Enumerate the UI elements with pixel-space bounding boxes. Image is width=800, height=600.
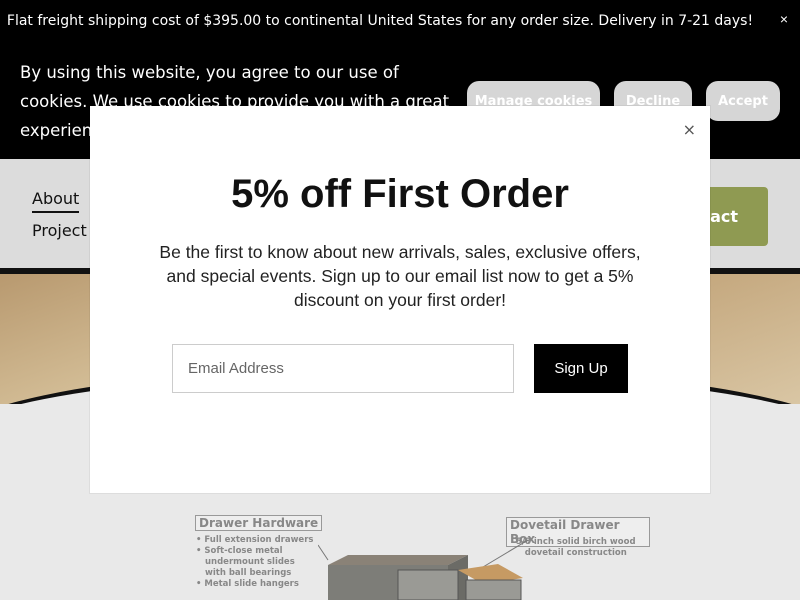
diagram-note: undermount slides (205, 557, 295, 567)
modal-title: 5% off First Order (231, 172, 569, 216)
announcement-text: Flat freight shipping cost of $395.00 to… (6, 13, 754, 29)
drawer-hardware-notes: • Full extension drawers • Soft-close me… (196, 535, 313, 590)
accept-cookies-button[interactable]: Accept (706, 81, 780, 121)
cabinet-illustration (318, 540, 528, 600)
diagram-note: • Metal slide hangers (196, 579, 299, 589)
nav-about-link[interactable]: About (32, 189, 80, 213)
modal-description: Be the first to know about new arrivals,… (159, 242, 641, 310)
dovetail-notes: 5/8 inch solid birch wood dovetail const… (516, 537, 636, 559)
drawer-hardware-label: Drawer Hardware (195, 515, 323, 531)
diagram-note: dovetail construction (524, 548, 627, 558)
modal-close-icon[interactable]: × (683, 120, 696, 139)
diagram-note: • Soft-close metal (196, 546, 283, 556)
signup-modal: × 5% off First Order Be the first to kno… (90, 106, 710, 493)
announcement-close-icon[interactable]: × (780, 11, 788, 27)
nav-projects-link[interactable]: Project (32, 221, 87, 240)
product-diagram: Drawer Hardware • Full extension drawers… (190, 510, 650, 600)
diagram-note: • Full extension drawers (196, 535, 314, 545)
email-field[interactable] (172, 344, 514, 393)
diagram-note: 5/8 inch solid birch wood (516, 537, 636, 547)
announcement-bar: Flat freight shipping cost of $395.00 to… (0, 0, 800, 44)
sign-up-button[interactable]: Sign Up (534, 344, 628, 393)
diagram-note: with ball bearings (205, 568, 292, 578)
